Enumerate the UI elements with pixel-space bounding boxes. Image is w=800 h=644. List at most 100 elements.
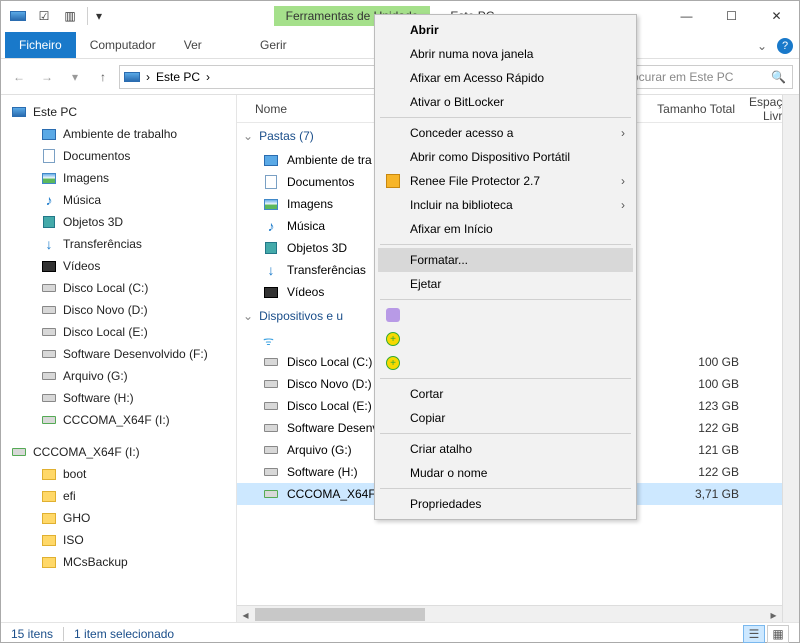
tree-item[interactable]: Software (H:) (1, 387, 236, 409)
vid-icon (263, 284, 279, 300)
menu-item[interactable]: Afixar em Início (378, 217, 633, 241)
drive-icon (41, 302, 57, 318)
menu-item[interactable]: Propriedades (378, 492, 633, 516)
navigation-tree[interactable]: Este PCAmbiente de trabalhoDocumentosIma… (1, 95, 237, 622)
tree-item[interactable]: GHO (1, 507, 236, 529)
menu-item[interactable]: Copiar (378, 406, 633, 430)
forward-button[interactable]: → (35, 65, 59, 89)
tree-item[interactable]: ♪Música (1, 189, 236, 211)
tree-item[interactable]: ISO (1, 529, 236, 551)
menu-item[interactable]: + (378, 327, 633, 351)
tree-root-pc[interactable]: Este PC (1, 101, 236, 123)
menu-item[interactable]: Incluir na biblioteca› (378, 193, 633, 217)
col-total[interactable]: Tamanho Total (635, 102, 735, 116)
tree-item[interactable]: Vídeos (1, 255, 236, 277)
menu-item[interactable]: Renee File Protector 2.7 › (378, 169, 633, 193)
menu-item[interactable]: Criar atalho (378, 437, 633, 461)
back-button[interactable]: ← (7, 65, 31, 89)
tree-item[interactable]: Disco Local (E:) (1, 321, 236, 343)
tree-item[interactable]: Objetos 3D (1, 211, 236, 233)
menu-item[interactable] (378, 303, 633, 327)
tree-item[interactable]: Disco Novo (D:) (1, 299, 236, 321)
note-icon (263, 174, 279, 190)
scroll-left-icon[interactable]: ◂ (237, 606, 254, 622)
menu-item[interactable]: Conceder acesso a› (378, 121, 633, 145)
file-tab[interactable]: Ficheiro (5, 32, 76, 58)
horizontal-scrollbar[interactable]: ◂ ▸ (237, 605, 782, 622)
menu-item[interactable]: Cortar (378, 382, 633, 406)
tree-item[interactable]: CCCOMA_X64F (I:) (1, 409, 236, 431)
qat-undo[interactable]: ▥ (59, 5, 81, 27)
tree-item[interactable]: Imagens (1, 167, 236, 189)
item-size: 122 GB (639, 465, 739, 479)
drive-icon (41, 346, 57, 362)
tree-item-label: Vídeos (63, 259, 100, 273)
yellowplus-icon: + (384, 330, 402, 348)
folder-icon (41, 488, 57, 504)
tree-item[interactable]: Software Desenvolvido (F:) (1, 343, 236, 365)
chevron-down-icon[interactable]: ⌄ (243, 129, 253, 143)
tree-item[interactable]: efi (1, 485, 236, 507)
minimize-button[interactable]: — (664, 1, 709, 31)
tree-item[interactable]: ↓ Transferências (1, 233, 236, 255)
scroll-right-icon[interactable]: ▸ (765, 606, 782, 622)
maximize-button[interactable]: ☐ (709, 1, 754, 31)
view-tab[interactable]: Ver (170, 32, 216, 58)
menu-item[interactable]: + (378, 351, 633, 375)
menu-item[interactable]: Afixar em Acesso Rápido (378, 66, 633, 90)
menu-separator (380, 117, 631, 118)
search-icon[interactable]: 🔍 (771, 70, 786, 84)
search-placeholder: Procurar em Este PC (620, 70, 733, 84)
menu-item[interactable]: Ativar o BitLocker (378, 90, 633, 114)
tree-item[interactable]: Documentos (1, 145, 236, 167)
tree-root-usb[interactable]: CCCOMA_X64F (I:) (1, 441, 236, 463)
tree-item[interactable]: Disco Local (C:) (1, 277, 236, 299)
group-devices-label: Dispositivos e u (259, 309, 343, 323)
vid-icon (41, 258, 57, 274)
qat-properties[interactable]: ☑ (33, 5, 55, 27)
menu-item[interactable]: Abrir como Dispositivo Portátil (378, 145, 633, 169)
menu-item[interactable]: Mudar o nome (378, 461, 633, 485)
tree-item-label: Transferências (63, 237, 142, 251)
vertical-scrollbar[interactable] (782, 95, 799, 622)
tree-item[interactable]: MCsBackup (1, 551, 236, 573)
tree-item-label: MCsBackup (63, 555, 128, 569)
close-button[interactable]: ✕ (754, 1, 799, 31)
item-name: Disco Local (E:) (287, 399, 372, 413)
pc-icon (7, 5, 29, 27)
item-name: Transferências (287, 263, 366, 277)
tree-item[interactable]: Arquivo (G:) (1, 365, 236, 387)
chevron-down-icon[interactable]: ⌄ (243, 309, 253, 323)
address-location[interactable]: Este PC (156, 70, 200, 84)
drive-icon (41, 390, 57, 406)
tree-item[interactable]: boot (1, 463, 236, 485)
folderblue-icon (263, 152, 279, 168)
menu-item-label: Conceder acesso a (410, 126, 513, 140)
context-menu[interactable]: AbrirAbrir numa nova janelaAfixar em Ace… (374, 14, 637, 520)
expand-ribbon-icon[interactable]: ⌄ (757, 39, 767, 53)
address-sep2[interactable]: › (206, 70, 210, 84)
submenu-arrow-icon: › (621, 198, 625, 212)
down-icon: ↓ (41, 236, 57, 252)
view-large-button[interactable]: ▦ (767, 625, 789, 643)
tree-item-label: Disco Local (C:) (63, 281, 148, 295)
submenu-arrow-icon: › (621, 174, 625, 188)
tree-item[interactable]: Ambiente de trabalho (1, 123, 236, 145)
menu-item[interactable]: Formatar... (378, 248, 633, 272)
computer-tab[interactable]: Computador (76, 32, 170, 58)
menu-item[interactable]: Abrir numa nova janela (378, 42, 633, 66)
recent-locations[interactable]: ▾ (63, 65, 87, 89)
help-icon[interactable]: ? (777, 38, 793, 54)
menu-item-label: Criar atalho (410, 442, 472, 456)
qat-customize[interactable]: ▾ (94, 5, 104, 27)
view-details-button[interactable]: ☰ (743, 625, 765, 643)
menu-item-label: Renee File Protector 2.7 (410, 174, 540, 188)
up-button[interactable]: ↑ (91, 65, 115, 89)
obj-icon (41, 214, 57, 230)
usb-icon (11, 444, 27, 460)
menu-item[interactable]: Ejetar (378, 272, 633, 296)
manage-tab[interactable]: Gerir (246, 32, 301, 58)
menu-item[interactable]: Abrir (378, 18, 633, 42)
scroll-thumb[interactable] (255, 608, 425, 621)
search-box[interactable]: Procurar em Este PC 🔍 (613, 65, 793, 89)
